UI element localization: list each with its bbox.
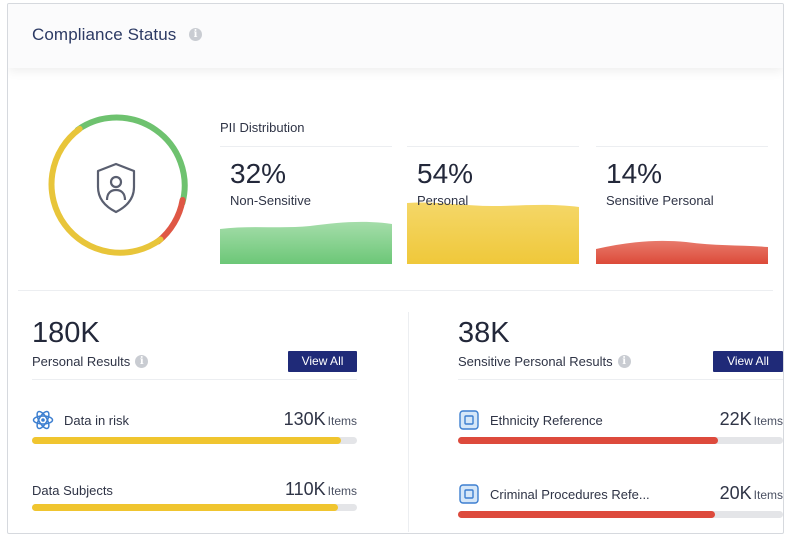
- compliance-ring-chart: [48, 114, 188, 256]
- shield-person-icon: [96, 162, 136, 214]
- ring-segment-red: [155, 197, 186, 245]
- info-icon[interactable]: i: [189, 28, 202, 41]
- pii-percent: 32%: [230, 158, 287, 189]
- pii-percent: 54%: [417, 158, 474, 189]
- row-separator: [458, 379, 783, 380]
- criminal-procedures-label[interactable]: Criminal Procedures Refe...: [490, 487, 650, 502]
- atom-icon: [32, 410, 54, 430]
- data-subjects-progress: [32, 504, 357, 511]
- section-divider: [18, 290, 773, 291]
- progress-fill: [458, 511, 715, 518]
- data-in-risk-value: 130K Items: [283, 409, 357, 429]
- ring-segment-green: [74, 114, 188, 206]
- id-chip-icon: [459, 484, 479, 504]
- view-all-personal-button[interactable]: View All: [288, 351, 357, 372]
- progress-fill: [32, 504, 338, 511]
- data-subjects-label[interactable]: Data Subjects: [32, 483, 113, 498]
- data-in-risk-label[interactable]: Data in risk: [64, 413, 129, 428]
- data-in-risk-progress: [32, 437, 357, 444]
- info-icon[interactable]: i: [617, 355, 631, 369]
- id-chip-icon: [459, 410, 479, 430]
- criminal-procedures-value: 20K Items: [719, 483, 783, 503]
- data-subjects-value: 110K Items: [284, 479, 357, 499]
- personal-results-title: Personal Results i: [32, 354, 149, 369]
- pii-label: Sensitive Personal: [606, 193, 714, 208]
- pii-distribution-title: PII Distribution: [220, 120, 305, 135]
- ethnicity-reference-progress: [458, 437, 783, 444]
- column-divider: [408, 312, 409, 532]
- pii-label: Non-Sensitive: [230, 193, 311, 208]
- view-all-sensitive-button[interactable]: View All: [713, 351, 783, 372]
- pii-card-personal[interactable]: 54% Personal: [407, 146, 579, 264]
- sensitive-results-count: 38K: [458, 317, 510, 349]
- personal-results-count: 180K: [32, 317, 100, 349]
- ethnicity-reference-label[interactable]: Ethnicity Reference: [490, 413, 603, 428]
- info-icon[interactable]: i: [135, 355, 149, 369]
- pii-card-non-sensitive[interactable]: 32% Non-Sensitive: [220, 146, 392, 264]
- criminal-procedures-progress: [458, 511, 783, 518]
- pii-card-sensitive-personal[interactable]: 14% Sensitive Personal: [596, 146, 768, 264]
- progress-fill: [32, 437, 341, 444]
- progress-fill: [458, 437, 718, 444]
- panel-header: Compliance Status i: [8, 4, 783, 68]
- compliance-status-panel: Compliance Status i PII Distribution 32%…: [7, 3, 784, 534]
- sensitive-results-title: Sensitive Personal Results i: [458, 354, 631, 369]
- pii-label: Personal: [417, 193, 469, 208]
- ring-segment-yellow: [48, 125, 164, 256]
- ethnicity-reference-value: 22K Items: [719, 409, 783, 429]
- pii-percent: 14%: [606, 158, 663, 189]
- row-separator: [32, 379, 357, 380]
- panel-title: Compliance Status: [32, 25, 177, 44]
